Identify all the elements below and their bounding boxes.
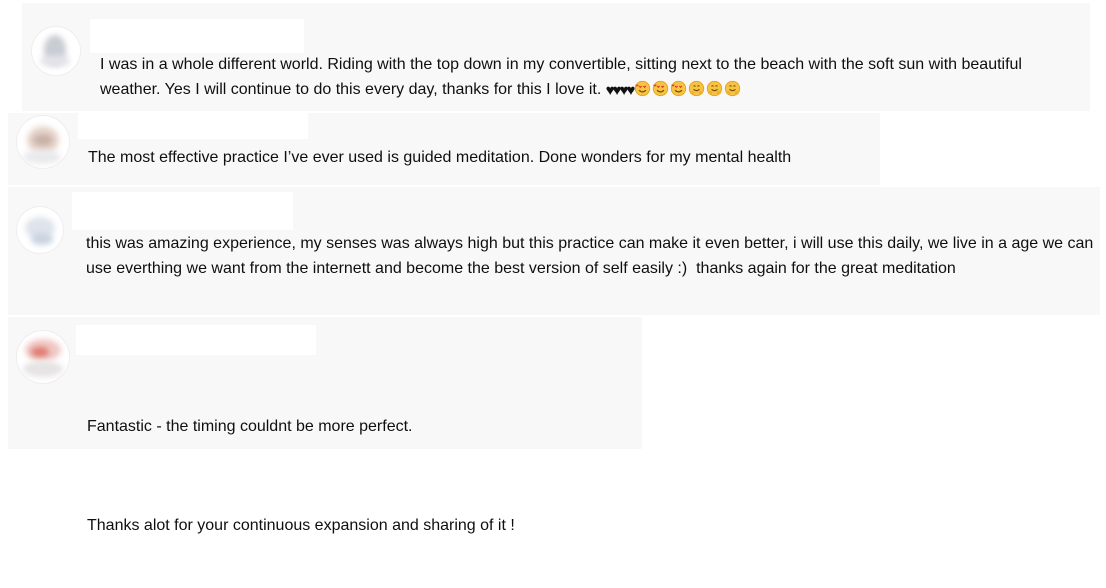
hugging-face-icon bbox=[707, 80, 723, 97]
author-name-redacted[interactable] bbox=[76, 325, 316, 355]
author-name-redacted[interactable] bbox=[90, 19, 304, 53]
author-name-redacted[interactable] bbox=[78, 113, 308, 139]
comment-text: Fantastic - the timing couldnt be more p… bbox=[87, 364, 627, 588]
hugging-face-icon bbox=[689, 80, 705, 97]
comment-text: this was amazing experience, my senses w… bbox=[86, 231, 1094, 281]
comment-card-3: this was amazing experience, my senses w… bbox=[8, 187, 1100, 315]
comment-body: this was amazing experience, my senses w… bbox=[86, 235, 1098, 277]
emoji-row: ♥♥♥♥ bbox=[606, 80, 742, 98]
comment-card-2: The most effective practice I’ve ever us… bbox=[8, 113, 880, 185]
smiling-face-with-hearts-icon bbox=[653, 80, 669, 97]
comment-body: I was in a whole different world. Riding… bbox=[100, 56, 1027, 98]
comment-body: The most effective practice I’ve ever us… bbox=[88, 149, 792, 166]
avatar[interactable] bbox=[17, 116, 69, 168]
comment-paragraph: Thanks alot for your continuous expansio… bbox=[87, 517, 515, 534]
comment-text: The most effective practice I’ve ever us… bbox=[88, 145, 868, 170]
smiling-face-with-hearts-icon bbox=[635, 80, 651, 97]
hugging-face-icon bbox=[725, 80, 741, 97]
avatar[interactable] bbox=[17, 331, 69, 383]
author-name-redacted[interactable] bbox=[72, 192, 293, 230]
avatar[interactable] bbox=[32, 27, 80, 75]
comment-card-1: I was in a whole different world. Riding… bbox=[22, 3, 1090, 111]
comment-paragraph: Fantastic - the timing couldnt be more p… bbox=[87, 418, 413, 435]
smiling-face-with-hearts-icon bbox=[671, 80, 687, 97]
avatar[interactable] bbox=[17, 207, 63, 253]
comment-text: I was in a whole different world. Riding… bbox=[100, 52, 1075, 102]
comment-card-4: Fantastic - the timing couldnt be more p… bbox=[8, 317, 642, 534]
